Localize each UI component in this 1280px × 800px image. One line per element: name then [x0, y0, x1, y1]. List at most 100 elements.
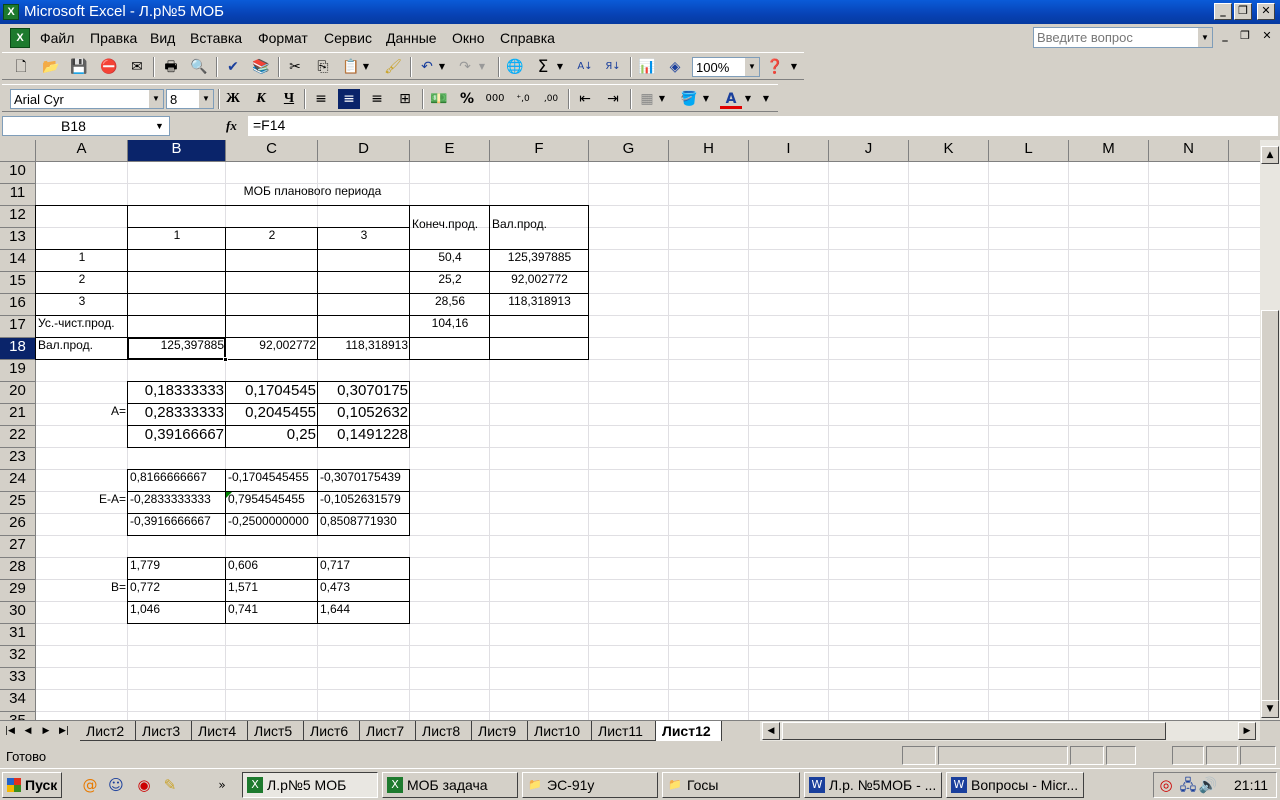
- row-header[interactable]: 30: [0, 602, 36, 624]
- horizontal-scroll-thumb[interactable]: [782, 722, 1166, 740]
- task-word-lr5[interactable]: W Л.р. №5МОБ - ...: [804, 772, 942, 798]
- volume-icon[interactable]: 🔊: [1198, 775, 1218, 795]
- cell-b20[interactable]: 0,18333333: [128, 382, 226, 404]
- menu-edit[interactable]: Правка: [90, 30, 137, 46]
- increase-decimal-icon[interactable]: ⁺,0: [512, 89, 534, 109]
- row-header[interactable]: 10: [0, 162, 36, 184]
- task-word-voprosy[interactable]: W Вопросы - Micr...: [946, 772, 1084, 798]
- cell-a25[interactable]: E-A=: [36, 492, 128, 514]
- chevron-down-icon[interactable]: ▼: [199, 90, 213, 108]
- paste-icon[interactable]: 📋: [340, 57, 362, 77]
- column-header[interactable]: H: [669, 140, 749, 162]
- cell-d21[interactable]: 0,1052632: [318, 404, 410, 426]
- column-header[interactable]: G: [589, 140, 669, 162]
- row-header[interactable]: 18: [0, 338, 36, 360]
- cell-a17[interactable]: Ус.-чист.прод.: [36, 316, 128, 338]
- chevron-right-icon[interactable]: »: [212, 775, 232, 795]
- cell-f16[interactable]: 118,318913: [490, 294, 589, 316]
- cell-a16[interactable]: 3: [36, 294, 128, 316]
- sort-descending-icon[interactable]: Я↓: [602, 57, 624, 77]
- row-header[interactable]: 35: [0, 712, 36, 720]
- cell-c29[interactable]: 1,571: [226, 580, 318, 602]
- cell-a29[interactable]: B=: [36, 580, 128, 602]
- row-header[interactable]: 33: [0, 668, 36, 690]
- cell-e16[interactable]: 28,56: [410, 294, 490, 316]
- close-button[interactable]: ✕: [1257, 3, 1275, 20]
- cell-c18[interactable]: 92,002772: [226, 338, 318, 360]
- cell-d20[interactable]: 0,3070175: [318, 382, 410, 404]
- sort-ascending-icon[interactable]: A↓: [574, 57, 596, 77]
- cell-b21[interactable]: 0,28333333: [128, 404, 226, 426]
- last-sheet-icon[interactable]: ▶|: [56, 723, 72, 740]
- column-header[interactable]: E: [410, 140, 490, 162]
- cell-d26[interactable]: 0,8508771930: [318, 514, 410, 536]
- tool-icon[interactable]: ✎: [160, 775, 180, 795]
- restore-button[interactable]: ❐: [1234, 3, 1252, 20]
- menu-window[interactable]: Окно: [452, 30, 485, 46]
- row-header[interactable]: 29: [0, 580, 36, 602]
- underline-icon[interactable]: Ч: [278, 89, 300, 109]
- cell-b26[interactable]: -0,3916666667: [128, 514, 226, 536]
- chevron-down-icon[interactable]: ▼: [436, 57, 448, 77]
- cell-b29[interactable]: 0,772: [128, 580, 226, 602]
- chevron-down-icon[interactable]: ▼: [554, 57, 566, 77]
- row-header[interactable]: 26: [0, 514, 36, 536]
- cell-f14[interactable]: 125,397885: [490, 250, 589, 272]
- select-all-corner[interactable]: [0, 140, 36, 162]
- new-document-icon[interactable]: 🗋: [10, 57, 32, 77]
- minimize-button[interactable]: _: [1214, 3, 1232, 20]
- cell-d13[interactable]: 3: [318, 228, 410, 250]
- chevron-down-icon[interactable]: ▼: [742, 89, 754, 109]
- sheet-tab[interactable]: Лист3: [136, 721, 192, 741]
- undo-icon[interactable]: ↶: [416, 57, 438, 77]
- copy-icon[interactable]: ⎘: [312, 57, 334, 77]
- menu-tools[interactable]: Сервис: [324, 30, 372, 46]
- cell-d24[interactable]: -0,3070175439: [318, 470, 410, 492]
- scroll-left-arrow-icon[interactable]: ◀: [762, 722, 780, 740]
- sheet-tab[interactable]: Лист7: [360, 721, 416, 741]
- row-header[interactable]: 28: [0, 558, 36, 580]
- doc-close-button[interactable]: ✕: [1258, 29, 1276, 46]
- cell-a14[interactable]: 1: [36, 250, 128, 272]
- cell-d25[interactable]: -0,1052631579: [318, 492, 410, 514]
- insert-function-icon[interactable]: fx: [226, 118, 237, 134]
- help-icon[interactable]: ❓: [764, 57, 786, 77]
- cell-c26[interactable]: -0,2500000000: [226, 514, 318, 536]
- hyperlink-icon[interactable]: 🌐: [504, 57, 526, 77]
- row-header[interactable]: 24: [0, 470, 36, 492]
- row-header[interactable]: 34: [0, 690, 36, 712]
- row-header[interactable]: 15: [0, 272, 36, 294]
- cell-e17[interactable]: 104,16: [410, 316, 490, 338]
- cell-c30[interactable]: 0,741: [226, 602, 318, 624]
- cell-c22[interactable]: 0,25: [226, 426, 318, 448]
- scroll-right-arrow-icon[interactable]: ▶: [1238, 722, 1256, 740]
- cell-a15[interactable]: 2: [36, 272, 128, 294]
- column-header[interactable]: J: [829, 140, 909, 162]
- cell-e14[interactable]: 50,4: [410, 250, 490, 272]
- fill-handle[interactable]: [223, 357, 228, 362]
- email-icon[interactable]: @: [80, 775, 100, 795]
- save-icon[interactable]: 💾: [68, 57, 90, 77]
- column-header[interactable]: I: [749, 140, 829, 162]
- row-header[interactable]: 20: [0, 382, 36, 404]
- menu-help[interactable]: Справка: [500, 30, 555, 46]
- open-folder-icon[interactable]: 📂: [40, 57, 62, 77]
- chevron-down-icon[interactable]: ▼: [1198, 28, 1212, 47]
- row-header[interactable]: 14: [0, 250, 36, 272]
- sheet-tab[interactable]: Лист5: [248, 721, 304, 741]
- percent-icon[interactable]: %: [456, 89, 478, 109]
- menu-insert[interactable]: Вставка: [190, 30, 242, 46]
- menu-view[interactable]: Вид: [150, 30, 175, 46]
- cell-d30[interactable]: 1,644: [318, 602, 410, 624]
- chevron-down-icon[interactable]: ▼: [476, 57, 488, 77]
- decrease-decimal-icon[interactable]: ,00: [540, 89, 562, 109]
- cell-d18[interactable]: 118,318913: [318, 338, 410, 360]
- chevron-down-icon[interactable]: ▼: [360, 57, 372, 77]
- zoom-select[interactable]: 100% ▼: [692, 57, 760, 77]
- first-sheet-icon[interactable]: |◀: [2, 723, 18, 740]
- decrease-indent-icon[interactable]: ⇤: [574, 89, 596, 109]
- row-header[interactable]: 32: [0, 646, 36, 668]
- row-header[interactable]: 11: [0, 184, 36, 206]
- cell-c11[interactable]: МОБ планового периода: [36, 184, 589, 206]
- drawing-icon[interactable]: ◈: [664, 57, 686, 77]
